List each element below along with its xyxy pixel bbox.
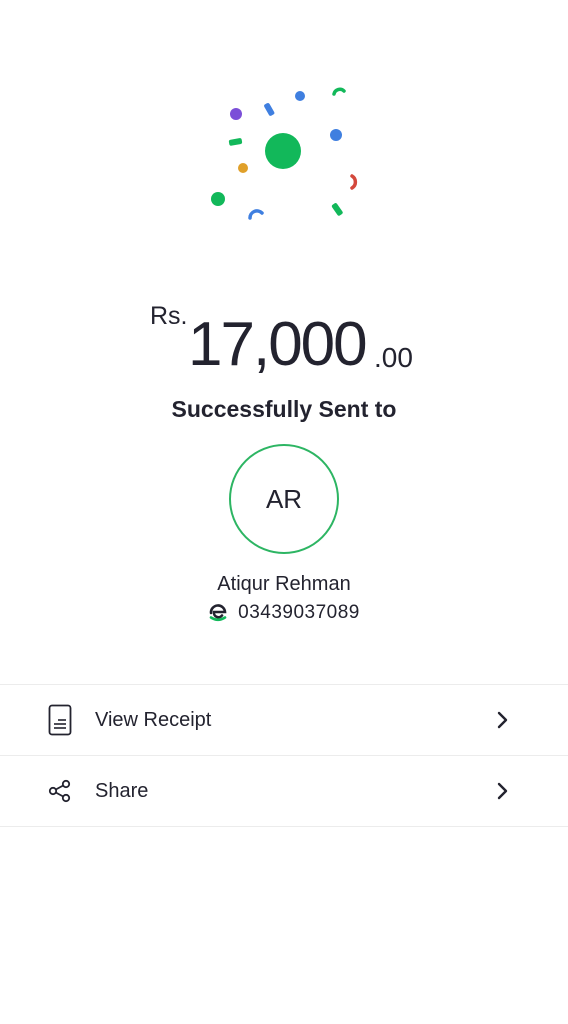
avatar-initials: AR: [265, 483, 303, 514]
share-label: Share: [95, 779, 149, 802]
recipient-phone: 03439037089: [238, 602, 360, 623]
status-message: Successfully Sent to: [171, 396, 397, 422]
success-dot: [265, 133, 301, 169]
currency-label: Rs.: [150, 302, 188, 330]
chevron-right-icon: [497, 782, 508, 800]
recipient-account: 03439037089: [0, 602, 568, 624]
amount-decimals: .00: [374, 342, 413, 373]
view-receipt-label: View Receipt: [95, 708, 212, 731]
recipient-name: Atiqur Rehman: [217, 573, 351, 595]
share-icon: [46, 773, 74, 809]
success-confetti-illustration: [211, 87, 358, 220]
receipt-icon: [46, 702, 74, 738]
amount-value: 17,000: [188, 310, 368, 379]
amount-display: Rs. 17,000 .00: [0, 296, 568, 386]
view-receipt-button[interactable]: View Receipt: [0, 684, 568, 755]
share-button[interactable]: Share: [0, 755, 568, 827]
easypaisa-wallet-icon: [209, 604, 227, 622]
action-list: View Receipt Share: [0, 684, 568, 827]
chevron-right-icon: [497, 711, 508, 729]
recipient-avatar: AR: [229, 444, 339, 554]
